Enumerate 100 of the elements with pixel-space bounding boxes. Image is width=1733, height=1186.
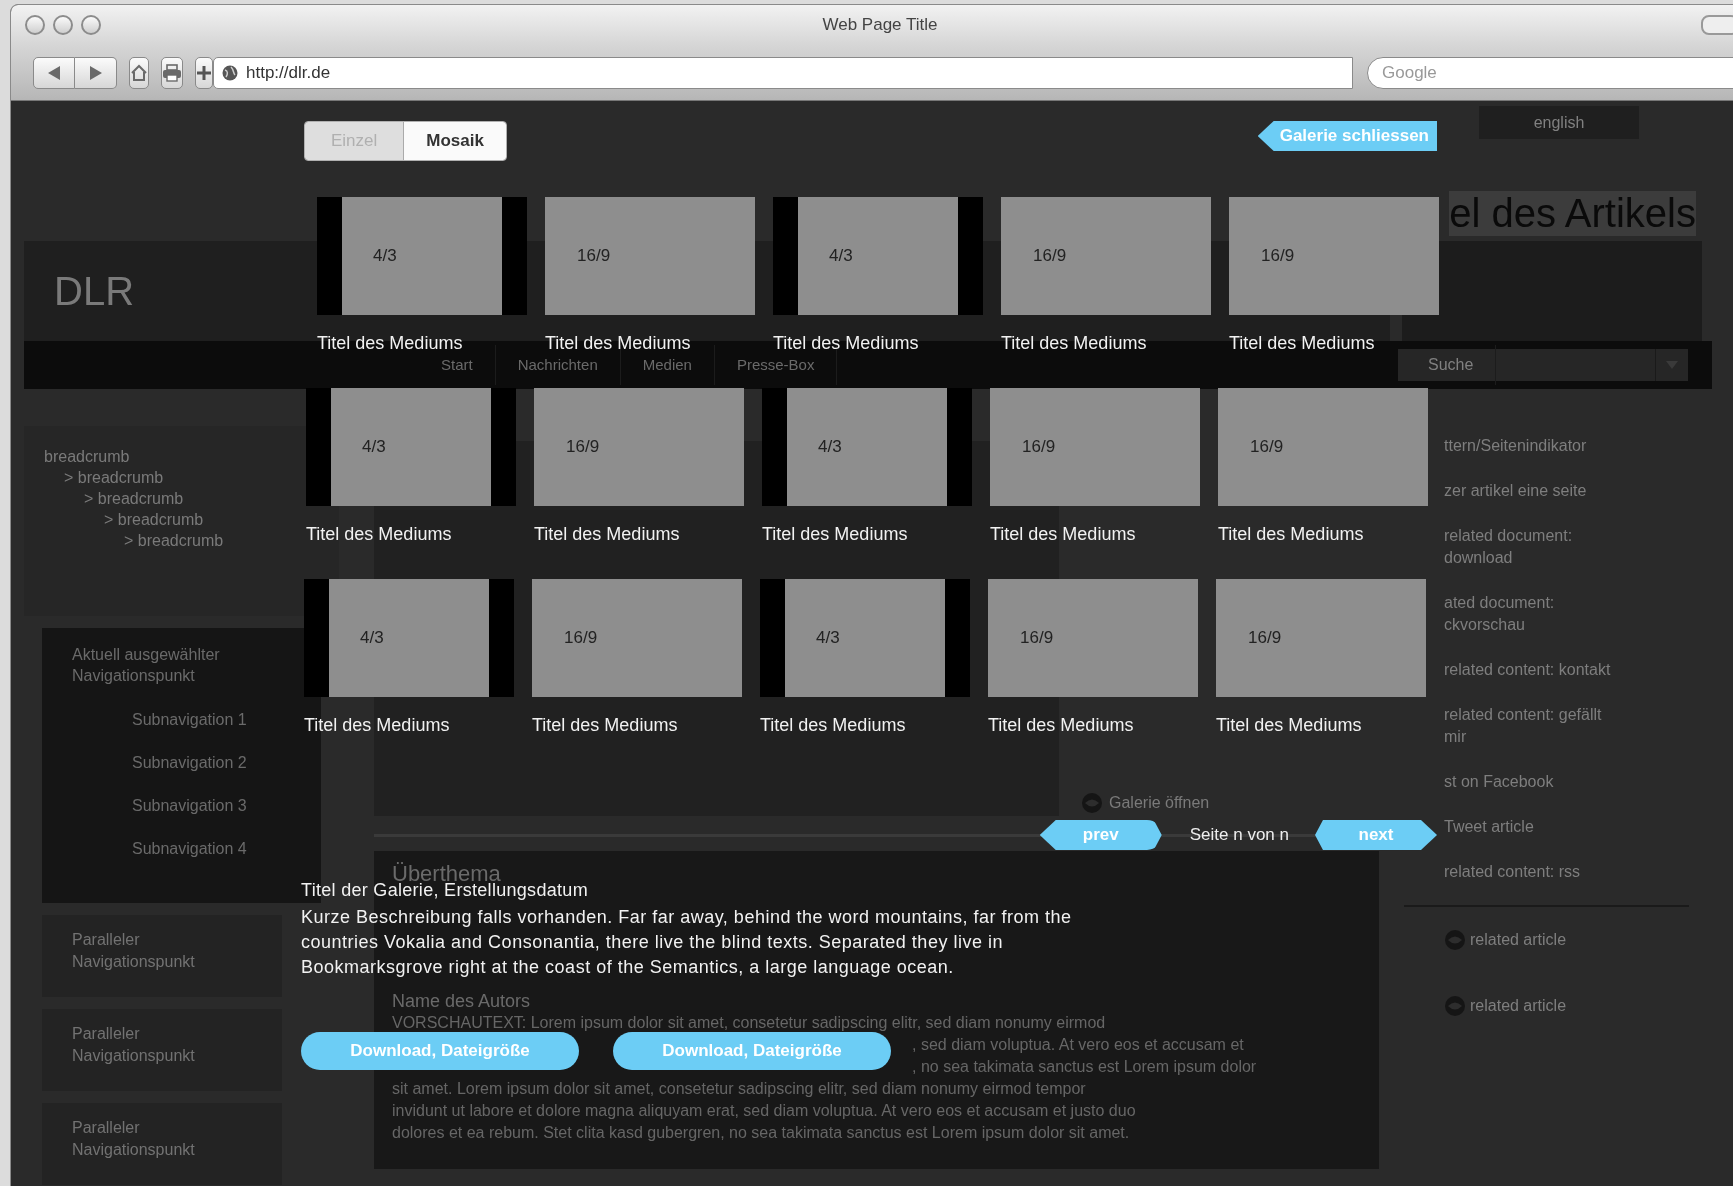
gallery-caption: Titel der Galerie, Erstellungsdatum — [301, 880, 589, 901]
eye-icon — [1081, 792, 1103, 814]
aspect-label: 16/9 — [1020, 628, 1054, 648]
preview-text: VORSCHAUTEXT: Lorem ipsum dolor sit amet, consetetur sadipscing elitr, sed diam nonumy eirmod — [392, 1013, 1106, 1033]
nav-item[interactable]: Aktuell ausgewählter Navigationspunkt — [72, 644, 272, 686]
home-button[interactable] — [129, 56, 149, 89]
media-title: Titel des Mediums — [1216, 715, 1363, 736]
toolbar-toggle-button[interactable] — [1701, 15, 1733, 35]
aspect-label: 16/9 — [1022, 437, 1056, 457]
aspect-label: 16/9 — [564, 628, 598, 648]
aspect-label: 4/3 — [818, 437, 842, 457]
add-bookmark-button[interactable] — [195, 56, 213, 89]
print-button[interactable] — [161, 56, 183, 89]
sidebar-link[interactable]: st on Facebook — [1444, 762, 1689, 807]
gallery-description: Kurze Beschreibung falls vorhanden. Far far away, behind the word mountains, far from the countries Vokalia and Consonantia, there live the blind texts. Separated they live in Bookmarksgrove right at the coast of the Semantics, a large language ocean. — [301, 906, 1073, 979]
preview-text: , sed diam voluptua. At vero eos et accusam et — [912, 1035, 1244, 1055]
media-thumbnail[interactable]: 16/9 — [1229, 197, 1439, 315]
media-title: Titel des Mediums — [534, 524, 681, 545]
view-tab[interactable]: Mosaik — [403, 122, 506, 160]
aspect-label: 4/3 — [816, 628, 840, 648]
aspect-label: 4/3 — [829, 246, 853, 266]
media-title: Titel des Mediums — [304, 715, 451, 736]
related-article-link[interactable]: related article — [1470, 929, 1567, 951]
media-thumbnail[interactable]: 16/9 — [532, 579, 742, 697]
sidebar-link[interactable]: ttern/Seitenindikator — [1444, 426, 1689, 471]
breadcrumb-link[interactable]: > breadcrumb — [124, 530, 224, 551]
nav-item[interactable]: Paralleler Navigationspunkt — [42, 915, 282, 997]
printer-icon — [162, 63, 182, 82]
related-article-link[interactable]: related article — [1470, 995, 1567, 1017]
media-title: Titel des Mediums — [990, 524, 1137, 545]
globe-icon — [222, 64, 238, 81]
subnav-item[interactable]: Subnavigation 4 — [72, 827, 247, 870]
forward-button[interactable] — [75, 56, 117, 89]
media-thumbnail[interactable]: 16/9 — [990, 388, 1200, 506]
sidebar-link[interactable]: related content: rss — [1444, 852, 1689, 897]
back-icon — [48, 65, 60, 80]
subnav-item[interactable]: Subnavigation 1 — [72, 698, 247, 741]
media-thumbnail[interactable]: 16/9 — [988, 579, 1198, 697]
preview-text: , no sea takimata sanctus est Lorem ipsum dolor — [912, 1057, 1257, 1077]
media-thumbnail[interactable]: 4/3 — [306, 388, 516, 506]
nav-item[interactable]: Paralleler Navigationspunkt — [42, 1009, 282, 1091]
close-gallery-button[interactable]: Galerie schliessen — [1257, 121, 1437, 151]
aspect-label: 4/3 — [360, 628, 384, 648]
preview-text: invidunt ut labore et dolore magna aliquyam erat, sed diam voluptua. At vero eos et accusam et justo duo — [392, 1101, 1136, 1121]
plus-icon — [196, 64, 212, 81]
window-button[interactable] — [25, 15, 45, 35]
window-title: Web Page Title — [822, 15, 938, 34]
search-field[interactable]: Google — [1367, 56, 1733, 89]
home-icon — [130, 63, 148, 82]
language-tab[interactable]: english — [1479, 106, 1639, 139]
media-thumbnail[interactable]: 4/3 — [760, 579, 970, 697]
window-button[interactable] — [81, 15, 101, 35]
back-button[interactable] — [33, 56, 75, 89]
sidebar-link[interactable]: Tweet article — [1444, 807, 1689, 852]
sidebar-link[interactable]: related document: download — [1444, 516, 1689, 583]
breadcrumb-link[interactable]: > breadcrumb — [104, 509, 204, 530]
author-name: Name des Autors — [392, 991, 531, 1012]
breadcrumb-link[interactable]: > breadcrumb — [84, 488, 184, 509]
sidebar-link[interactable]: ated document: ckvorschau — [1444, 583, 1689, 650]
media-title: Titel des Mediums — [1218, 524, 1365, 545]
media-title: Titel des Mediums — [1001, 333, 1148, 354]
page-indicator: Seite n von n — [1189, 825, 1289, 845]
media-title: Titel des Mediums — [306, 524, 453, 545]
preview-text: dolores et ea rebum. Stet clita kasd gubergren, no sea takimata sanctus est Lorem ipsum dolor sit amet. — [392, 1123, 1130, 1143]
gallery-open-link[interactable]: Galerie öffnen — [1109, 794, 1210, 812]
media-thumbnail[interactable]: 4/3 — [773, 197, 983, 315]
aspect-label: 16/9 — [577, 246, 611, 266]
media-thumbnail[interactable]: 4/3 — [304, 579, 514, 697]
next-button[interactable]: next — [1315, 820, 1437, 850]
sidebar-link[interactable]: related content: gefällt mir — [1444, 695, 1689, 762]
nav-item[interactable]: Paralleler Navigationspunkt — [42, 1103, 282, 1185]
media-title: Titel des Mediums — [762, 524, 909, 545]
media-thumbnail[interactable]: 16/9 — [1218, 388, 1428, 506]
media-thumbnail[interactable]: 4/3 — [317, 197, 527, 315]
aspect-label: 16/9 — [1248, 628, 1282, 648]
breadcrumb-link[interactable]: > breadcrumb — [64, 467, 164, 488]
subnav-item[interactable]: Subnavigation 3 — [72, 784, 247, 827]
subnav-item[interactable]: Subnavigation 2 — [72, 741, 247, 784]
sidebar-link[interactable]: related content: kontakt — [1444, 650, 1689, 695]
aspect-label: 16/9 — [1261, 246, 1295, 266]
window-button[interactable] — [53, 15, 73, 35]
media-thumbnail[interactable]: 16/9 — [1001, 197, 1211, 315]
aspect-label: 16/9 — [1250, 437, 1284, 457]
aspect-label: 16/9 — [1033, 246, 1067, 266]
eye-icon — [1444, 929, 1466, 951]
eye-icon — [1444, 995, 1466, 1017]
forward-icon — [89, 65, 102, 80]
sidebar-link[interactable]: zer artikel eine seite — [1444, 471, 1689, 516]
media-thumbnail[interactable]: 16/9 — [545, 197, 755, 315]
media-thumbnail[interactable]: 16/9 — [534, 388, 744, 506]
media-thumbnail[interactable]: 4/3 — [762, 388, 972, 506]
download-button[interactable]: Download, Dateigröße — [613, 1032, 891, 1070]
aspect-label: 4/3 — [362, 437, 386, 457]
preview-text: sit amet. Lorem ipsum dolor sit amet, consetetur sadipscing elitr, sed diam nonumy eirmod tempor — [392, 1079, 1086, 1099]
media-thumbnail[interactable]: 16/9 — [1216, 579, 1426, 697]
aspect-label: 4/3 — [373, 246, 397, 266]
prev-button[interactable]: prev — [1039, 820, 1162, 850]
aspect-label: 16/9 — [566, 437, 600, 457]
download-button[interactable]: Download, Dateigröße — [301, 1032, 579, 1070]
breadcrumb-link[interactable]: breadcrumb — [44, 446, 130, 467]
